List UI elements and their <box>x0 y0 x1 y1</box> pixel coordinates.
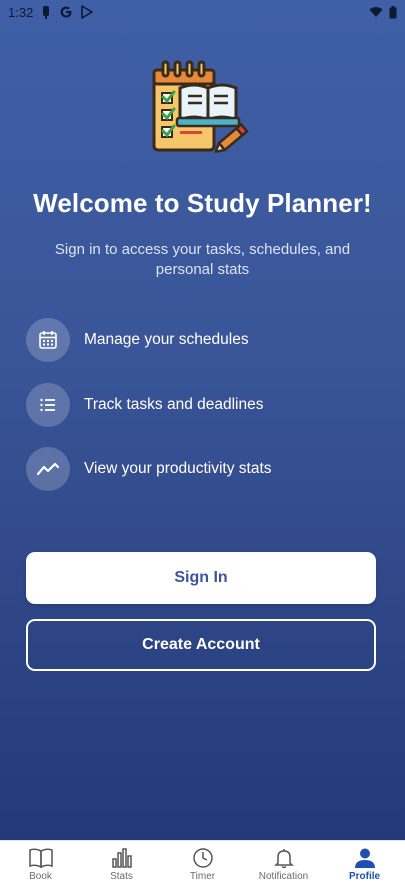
google-icon <box>59 5 73 19</box>
welcome-screen: 1:32 Welcome to Study Planner! Sign in t… <box>0 0 405 840</box>
bar-chart-icon <box>111 848 132 868</box>
nav-label: Notification <box>258 871 309 882</box>
calendar-icon <box>26 318 70 362</box>
nav-label: Book <box>29 871 52 882</box>
feature-label: Manage your schedules <box>84 331 249 348</box>
nav-item-timer[interactable]: Timer <box>162 841 243 886</box>
clock-icon <box>192 848 213 868</box>
nav-item-stats[interactable]: Stats <box>81 841 162 886</box>
feature-label: Track tasks and deadlines <box>84 396 264 413</box>
bottom-navigation: Book Stats Timer Notification Profile <box>0 840 405 886</box>
welcome-title: Welcome to Study Planner! <box>33 188 372 218</box>
wifi-icon <box>369 6 383 18</box>
study-planner-logo <box>150 60 254 160</box>
bell-icon <box>273 849 294 869</box>
trend-line-icon <box>26 447 70 491</box>
status-time: 1:32 <box>8 4 34 20</box>
sign-in-button[interactable]: Sign In <box>26 552 376 604</box>
nav-label: Stats <box>110 871 133 882</box>
nav-item-notification[interactable]: Notification <box>243 841 324 886</box>
notification-icon <box>41 5 51 19</box>
nav-label: Profile <box>348 871 381 882</box>
feature-label: View your productivity stats <box>84 460 272 477</box>
play-store-icon <box>81 5 94 19</box>
nav-item-profile[interactable]: Profile <box>324 841 405 886</box>
create-account-button[interactable]: Create Account <box>26 619 376 671</box>
nav-item-book[interactable]: Book <box>0 841 81 886</box>
feature-item-stats: View your productivity stats <box>26 447 386 491</box>
feature-item-tasks: Track tasks and deadlines <box>26 383 386 427</box>
status-bar: 1:32 <box>0 0 405 24</box>
feature-item-schedules: Manage your schedules <box>26 318 386 362</box>
book-icon <box>28 848 53 869</box>
welcome-subtitle: Sign in to access your tasks, schedules,… <box>54 241 351 278</box>
person-icon <box>354 848 375 868</box>
nav-label: Timer <box>189 871 216 882</box>
battery-icon <box>389 5 397 19</box>
list-icon <box>26 383 70 427</box>
